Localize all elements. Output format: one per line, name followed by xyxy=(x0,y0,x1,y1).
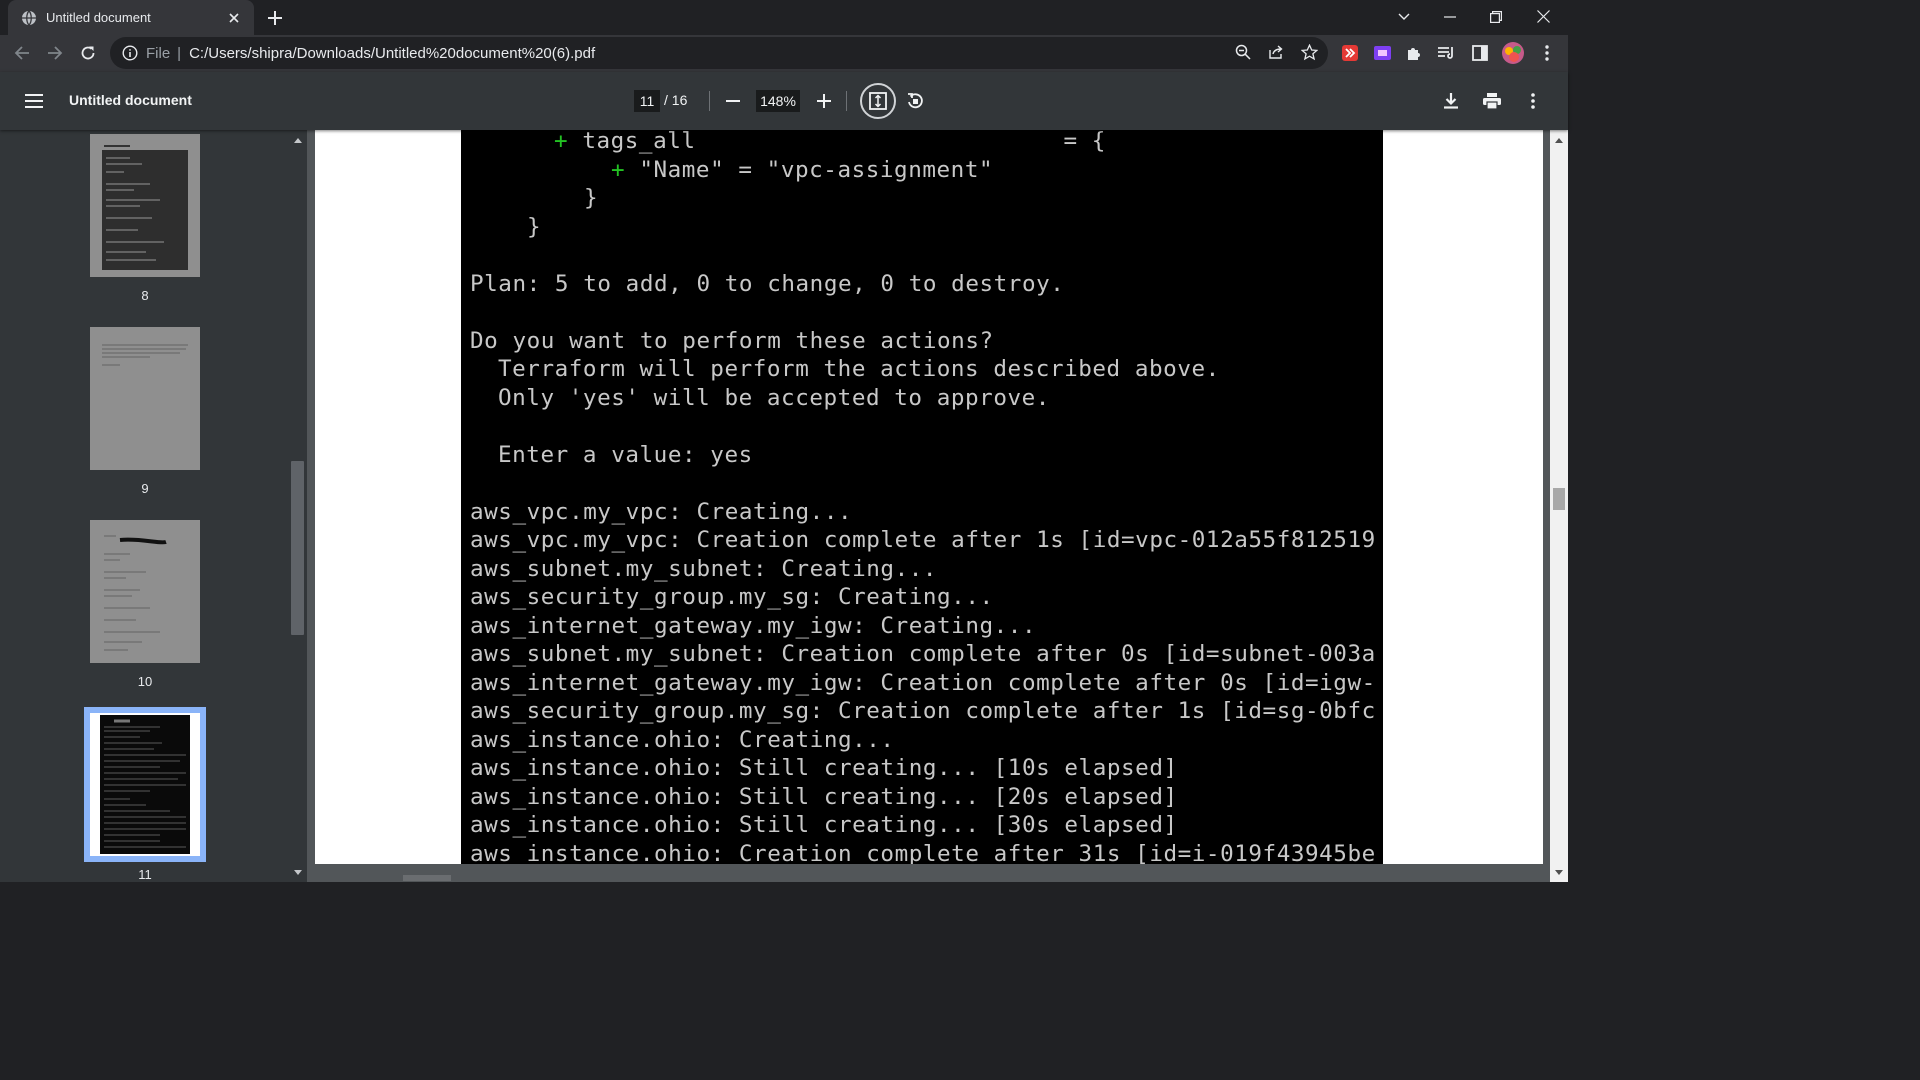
page-thumbnail-8[interactable] xyxy=(90,134,200,277)
globe-icon xyxy=(21,10,37,26)
thumbnail-label: 8 xyxy=(141,288,149,303)
horizontal-scroll-thumb[interactable] xyxy=(403,875,451,881)
page-scroll-down-icon[interactable] xyxy=(1553,866,1565,878)
pdf-toolbar: Untitled document 11 / 16 148% xyxy=(0,72,1568,130)
forward-arrow-icon[interactable] xyxy=(41,39,69,67)
sidebar-scroll-thumb[interactable] xyxy=(291,461,304,635)
thumbnail-label: 9 xyxy=(141,481,149,496)
document-title: Untitled document xyxy=(69,92,192,108)
terminal-line: } xyxy=(584,185,599,211)
terminal-line: aws_subnet.my_subnet: Creation complete … xyxy=(470,641,1376,667)
terminal-screenshot: + tags_all = { + "Name" = "vpc-assignmen… xyxy=(461,130,1383,864)
more-options-icon[interactable] xyxy=(1521,89,1545,113)
scroll-down-arrow-icon[interactable] xyxy=(291,866,304,878)
terminal-line: aws_vpc.my_vpc: Creating... xyxy=(470,499,853,525)
toolbar-divider xyxy=(846,91,847,111)
rotate-icon[interactable] xyxy=(903,89,927,113)
download-icon[interactable] xyxy=(1439,89,1463,113)
tab-search-icon[interactable] xyxy=(1381,0,1427,33)
window-close-icon[interactable] xyxy=(1520,0,1566,33)
zoom-icon[interactable] xyxy=(1234,43,1252,61)
terminal-line: aws_security_group.my_sg: Creating... xyxy=(470,584,994,610)
terminal-line: aws_instance.ohio: Still creating... [10… xyxy=(470,755,1178,781)
back-arrow-icon[interactable] xyxy=(8,39,36,67)
extension-purple-icon[interactable] xyxy=(1373,44,1391,62)
terminal-line: Only 'yes' will be accepted to approve. xyxy=(498,385,1050,411)
horizontal-scrollbar[interactable] xyxy=(307,866,1550,882)
extensions-puzzle-icon[interactable] xyxy=(1405,44,1423,62)
extension-red-icon[interactable] xyxy=(1341,44,1359,62)
reload-icon[interactable] xyxy=(74,39,102,67)
zoom-in-icon[interactable] xyxy=(812,89,836,113)
address-bar[interactable]: File | C:/Users/shipra/Downloads/Untitle… xyxy=(110,37,1328,69)
page-thumbnail-11[interactable] xyxy=(84,707,206,862)
browser-tab[interactable]: Untitled document xyxy=(8,0,254,35)
bookmark-star-icon[interactable] xyxy=(1300,43,1318,61)
page-total: / 16 xyxy=(664,92,688,108)
reading-list-icon[interactable] xyxy=(1438,44,1456,62)
new-tab-button[interactable] xyxy=(262,5,288,31)
page-scroll-thumb[interactable] xyxy=(1553,488,1565,510)
terminal-line: aws_vpc.my_vpc: Creation complete after … xyxy=(470,527,1376,553)
zoom-out-icon[interactable] xyxy=(721,89,745,113)
page-thumbnail-9[interactable] xyxy=(90,327,200,470)
thumbnail-label: 10 xyxy=(137,674,153,689)
page-thumbnail-10[interactable] xyxy=(90,520,200,663)
thumbnail-label: 11 xyxy=(138,867,152,882)
url-scheme: File xyxy=(146,44,171,62)
minimize-icon[interactable] xyxy=(1427,0,1473,33)
terminal-line: Plan: 5 to add, 0 to change, 0 to destro… xyxy=(470,271,1065,297)
terminal-line: Do you want to perform these actions? xyxy=(470,328,994,354)
browser-toolbar: File | C:/Users/shipra/Downloads/Untitle… xyxy=(0,35,1568,72)
page-scroll-up-icon[interactable] xyxy=(1553,134,1565,146)
menu-icon[interactable] xyxy=(22,89,46,113)
side-panel-icon[interactable] xyxy=(1471,44,1489,62)
terminal-line: aws_instance.ohio: Still creating... [20… xyxy=(470,784,1178,810)
zoom-level-input[interactable]: 148% xyxy=(756,90,800,112)
terminal-line: aws_subnet.my_subnet: Creating... xyxy=(470,556,938,582)
toolbar-divider xyxy=(709,91,710,111)
close-tab-icon[interactable] xyxy=(224,8,244,28)
pdf-page: + tags_all = { + "Name" = "vpc-assignmen… xyxy=(315,130,1543,864)
terminal-line: + tags_all = { xyxy=(554,130,1106,154)
terminal-line: Enter a value: yes xyxy=(498,442,753,468)
url-separator: | xyxy=(177,44,182,62)
print-icon[interactable] xyxy=(1480,89,1504,113)
page-number-input[interactable]: 11 xyxy=(634,90,660,112)
restore-icon[interactable] xyxy=(1473,0,1519,33)
fit-to-page-icon[interactable] xyxy=(860,83,896,119)
url-text[interactable]: C:/Users/shipra/Downloads/Untitled%20doc… xyxy=(189,45,595,62)
terminal-line: aws_instance.ohio: Creating... xyxy=(470,727,895,753)
more-vert-icon[interactable] xyxy=(1538,44,1556,62)
tab-title: Untitled document xyxy=(46,10,151,25)
share-icon[interactable] xyxy=(1267,43,1285,61)
tab-strip: Untitled document xyxy=(0,0,1568,35)
terminal-line: aws_internet_gateway.my_igw: Creating... xyxy=(470,613,1037,639)
terminal-line: aws_instance.ohio: Creation complete aft… xyxy=(470,841,1376,864)
terminal-line: Terraform will perform the actions descr… xyxy=(498,356,1220,382)
terminal-line: } xyxy=(527,214,542,240)
avatar[interactable] xyxy=(1502,42,1524,64)
info-icon[interactable] xyxy=(122,45,138,61)
thumbnail-sidebar: 8 9 10 11 xyxy=(0,130,307,882)
terminal-line: aws_internet_gateway.my_igw: Creation co… xyxy=(470,670,1376,696)
terminal-line: aws_security_group.my_sg: Creation compl… xyxy=(470,698,1376,724)
scroll-up-arrow-icon[interactable] xyxy=(291,134,304,146)
terminal-line: aws_instance.ohio: Still creating... [30… xyxy=(470,812,1178,838)
pdf-viewer[interactable]: + tags_all = { + "Name" = "vpc-assignmen… xyxy=(307,130,1550,882)
terminal-line: + "Name" = "vpc-assignment" xyxy=(611,157,994,183)
